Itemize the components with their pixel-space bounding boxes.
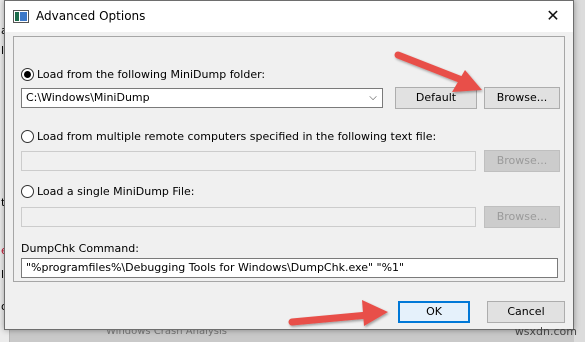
radio-remote-label: Load from multiple remote computers spec… xyxy=(37,130,437,143)
dumpchk-label: DumpChk Command: xyxy=(21,242,139,255)
watermark: wsxdn.com xyxy=(514,325,577,338)
app-icon xyxy=(13,10,29,23)
radio-remote[interactable] xyxy=(21,130,34,143)
radio-folder-label: Load from the following MiniDump folder: xyxy=(37,68,266,81)
close-icon[interactable]: ✕ xyxy=(541,5,565,27)
radio-folder[interactable] xyxy=(21,68,34,81)
dumpchk-command-input[interactable]: "%programfiles%\Debugging Tools for Wind… xyxy=(21,258,558,278)
radio-remote-row[interactable]: Load from multiple remote computers spec… xyxy=(21,130,436,143)
default-button[interactable]: Default xyxy=(395,87,477,109)
remote-computers-file-input[interactable] xyxy=(21,151,476,171)
radio-single-row[interactable]: Load a single MiniDump File: xyxy=(21,185,195,198)
radio-single[interactable] xyxy=(21,185,34,198)
ok-button[interactable]: OK xyxy=(398,301,470,323)
chevron-down-icon[interactable]: ⌵ xyxy=(366,89,380,107)
background-window-right xyxy=(574,0,585,342)
radio-folder-row[interactable]: Load from the following MiniDump folder: xyxy=(21,68,265,81)
dialog-title: Advanced Options xyxy=(36,9,146,23)
single-minidump-file-input[interactable] xyxy=(21,207,476,227)
advanced-options-dialog: Advanced Options ✕ Load from the followi… xyxy=(4,0,574,330)
cancel-button[interactable]: Cancel xyxy=(487,301,565,323)
browse-folder-button[interactable]: Browse... xyxy=(484,87,560,109)
browse-single-button[interactable]: Browse... xyxy=(484,206,560,228)
minidump-folder-combobox[interactable]: C:\Windows\MiniDump ⌵ xyxy=(21,88,383,108)
options-group: Load from the following MiniDump folder:… xyxy=(13,36,565,282)
minidump-folder-value: C:\Windows\MiniDump xyxy=(26,91,150,104)
browse-remote-button[interactable]: Browse... xyxy=(484,150,560,172)
radio-single-label: Load a single MiniDump File: xyxy=(37,185,195,198)
title-bar: Advanced Options ✕ xyxy=(5,1,573,32)
